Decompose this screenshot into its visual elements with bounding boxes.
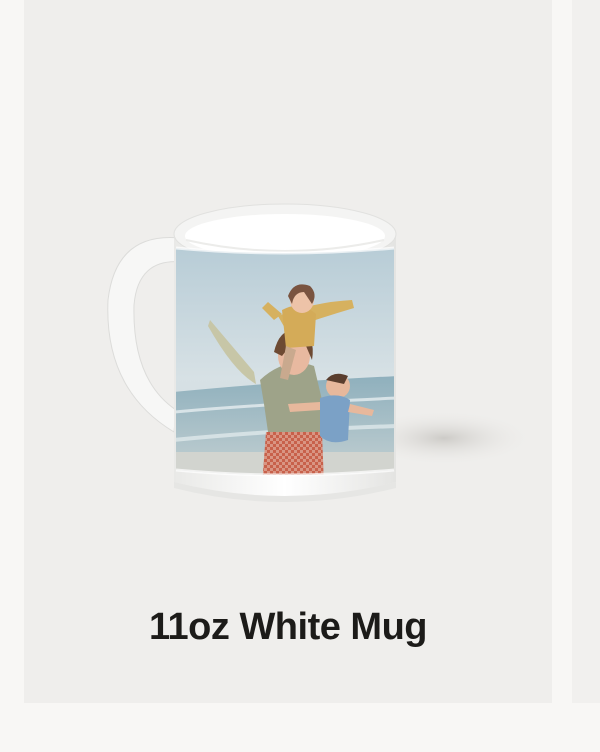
next-product-card-edge[interactable] [572,0,600,703]
product-title[interactable]: 11oz White Mug [24,602,552,652]
mug-photo-image[interactable] [24,0,552,560]
product-card[interactable]: 11oz White Mug [24,0,552,703]
mug-handle [107,237,183,433]
product-page: 11oz White Mug [0,0,600,752]
mug-photo-print [176,248,394,475]
